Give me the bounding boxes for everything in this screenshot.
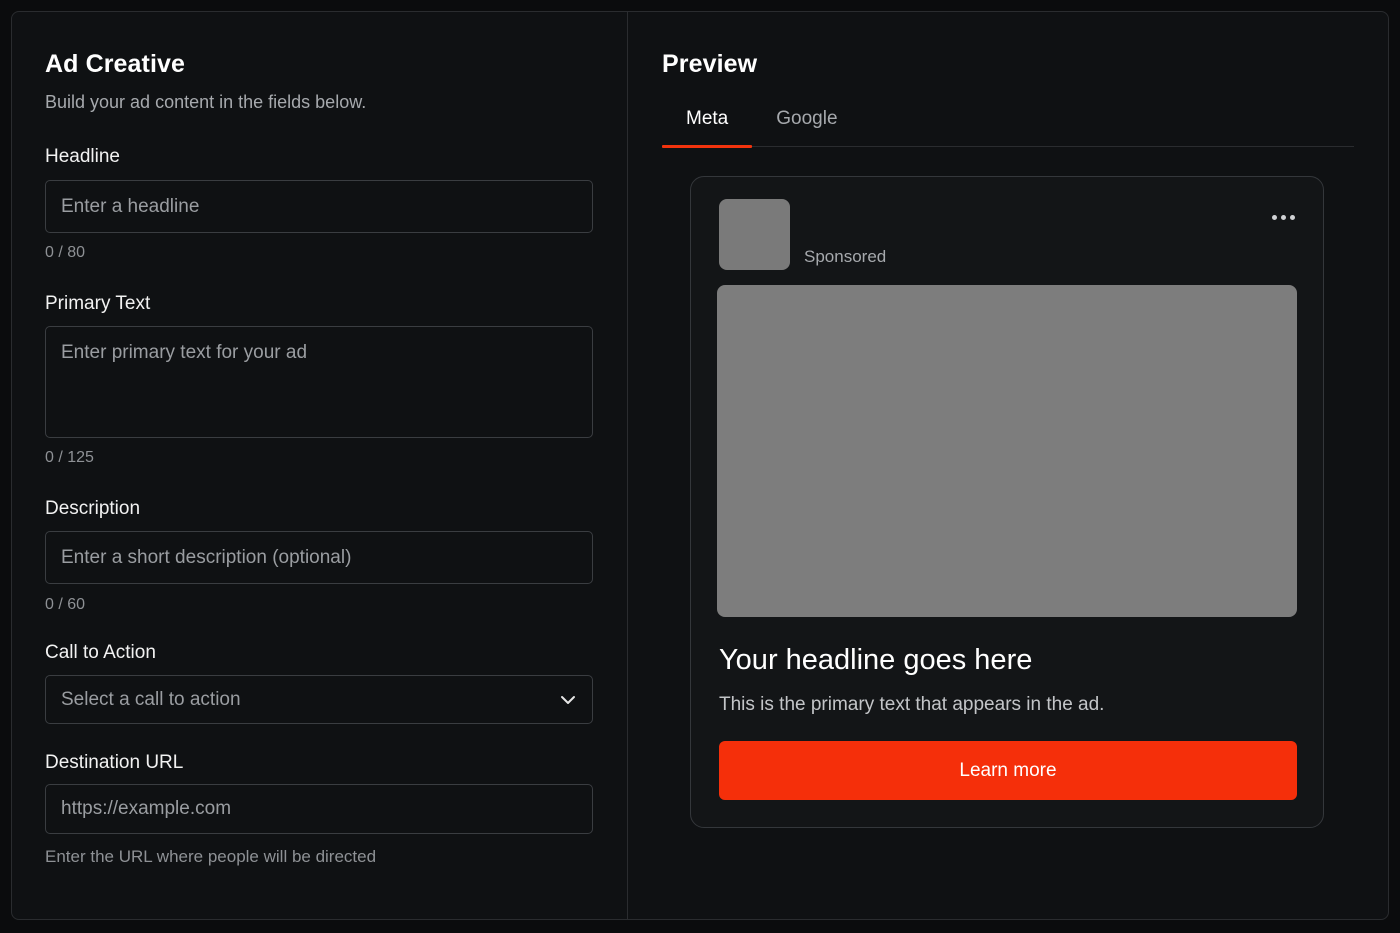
chevron-down-icon (561, 695, 575, 704)
primary-text-placeholder: Enter primary text for your ad (61, 342, 308, 363)
preview-panel: Preview Meta Google Sponsored Your headl… (628, 12, 1388, 919)
description-counter: 0 / 60 (45, 596, 86, 613)
description-placeholder: Enter a short description (optional) (61, 546, 352, 568)
description-input[interactable]: Enter a short description (optional) (45, 531, 593, 584)
headline-counter: 0 / 80 (45, 244, 86, 261)
app-frame: Ad Creative Build your ad content in the… (11, 11, 1389, 920)
preview-tabs: Meta Google (662, 98, 1354, 148)
primary-text-textarea[interactable]: Enter primary text for your ad (45, 326, 593, 438)
destination-url-placeholder: https://example.com (61, 798, 232, 819)
call-to-action-select[interactable]: Select a call to action (45, 675, 593, 724)
ad-primary-text: This is the primary text that appears in… (719, 694, 1105, 715)
primary-text-counter: 0 / 125 (45, 449, 94, 466)
headline-input[interactable]: Enter a headline (45, 180, 593, 233)
learn-more-button[interactable]: Learn more (719, 741, 1297, 800)
call-to-action-placeholder: Select a call to action (61, 688, 241, 710)
sponsored-label: Sponsored (804, 247, 887, 266)
headline-label: Headline (45, 146, 120, 167)
page-title: Ad Creative (45, 50, 186, 78)
tab-google[interactable]: Google (752, 98, 861, 147)
headline-placeholder: Enter a headline (61, 195, 200, 217)
more-horizontal-icon[interactable] (1272, 215, 1295, 220)
avatar (719, 199, 790, 270)
primary-text-label: Primary Text (45, 293, 151, 314)
preview-title: Preview (662, 50, 758, 78)
destination-url-helper: Enter the URL where people will be direc… (45, 847, 377, 866)
page-subtitle: Build your ad content in the fields belo… (45, 92, 367, 112)
call-to-action-label: Call to Action (45, 642, 156, 663)
ad-creative-panel: Ad Creative Build your ad content in the… (12, 12, 628, 919)
description-label: Description (45, 498, 141, 519)
destination-url-label: Destination URL (45, 752, 184, 773)
tab-meta[interactable]: Meta (662, 98, 753, 148)
ad-image-placeholder (717, 285, 1297, 617)
ad-headline: Your headline goes here (719, 644, 1033, 676)
destination-url-input[interactable]: https://example.com (45, 784, 593, 834)
ad-preview-card: Sponsored Your headline goes here This i… (690, 176, 1324, 828)
